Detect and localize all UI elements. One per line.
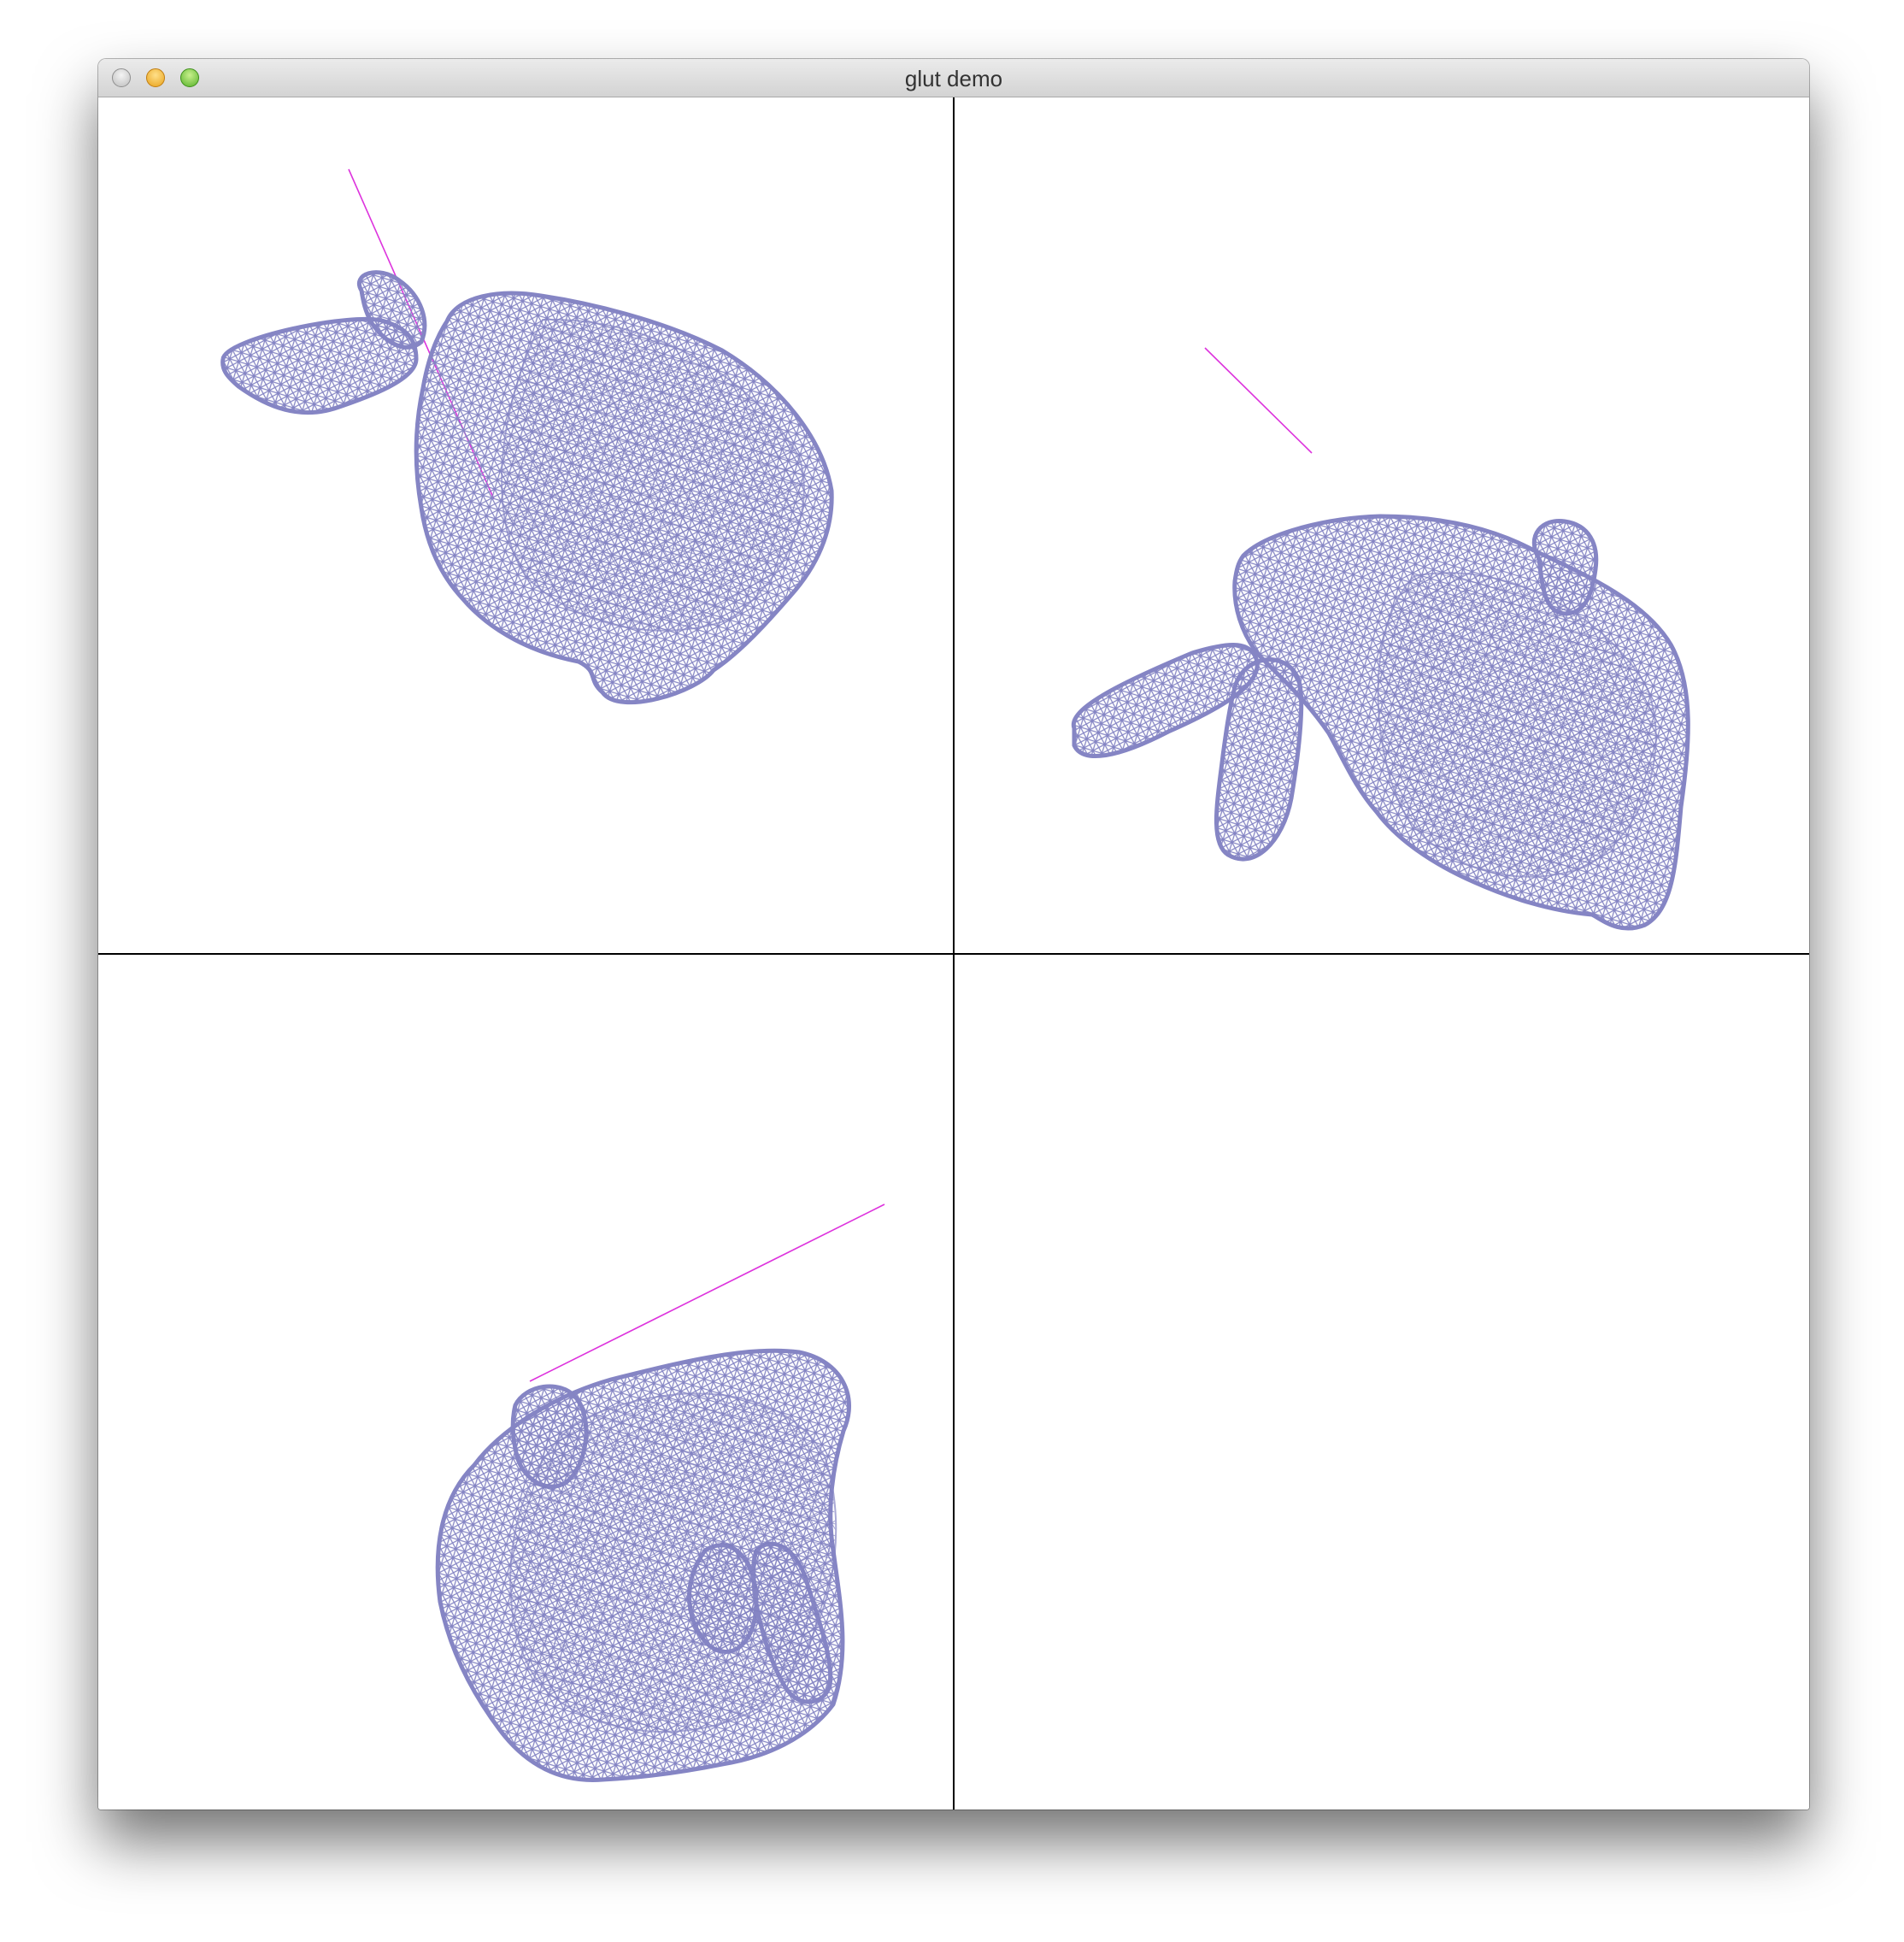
empty-viewport xyxy=(955,956,1809,1810)
glut-window: glut demo xyxy=(98,59,1809,1810)
viewport-bottom-left[interactable] xyxy=(435,1203,885,1782)
ray-line xyxy=(1204,347,1313,454)
bunny-overlay-top-left xyxy=(501,318,805,632)
viewport-top-left[interactable] xyxy=(220,168,834,705)
gl-canvas[interactable] xyxy=(98,97,1809,1810)
window-title: glut demo xyxy=(904,66,1003,91)
title-bar[interactable]: glut demo xyxy=(98,59,1809,97)
viewport-bottom-right[interactable] xyxy=(955,956,1809,1810)
ray-line xyxy=(529,1203,885,1382)
viewport-top-right[interactable] xyxy=(1071,347,1690,931)
